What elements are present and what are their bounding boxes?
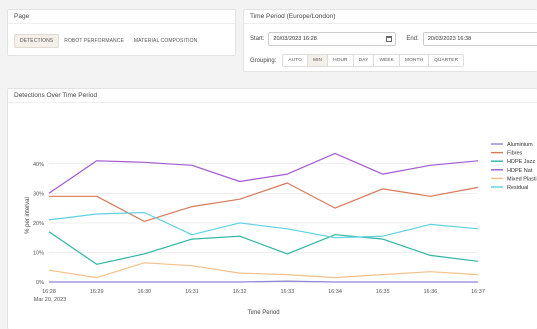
page-tabs: DETECTIONS ROBOT PERFORMANCE MATERIAL CO… xyxy=(14,34,202,48)
x-tick-label: 16:37 xyxy=(471,289,485,295)
start-date-value: 20/03/2023 16:28 xyxy=(273,36,317,42)
x-tick-label: 16:31 xyxy=(185,289,199,295)
page-panel: Page DETECTIONS ROBOT PERFORMANCE MATERI… xyxy=(7,9,236,56)
calendar-icon[interactable] xyxy=(386,36,393,42)
grouping-week-button[interactable]: WEEK xyxy=(374,55,400,66)
x-tick-label: 16:30 xyxy=(137,289,151,295)
legend-label: Residual xyxy=(507,185,528,191)
legend-label: HDPE Nat xyxy=(507,168,533,174)
grouping-hour-button[interactable]: HOUR xyxy=(328,55,354,66)
x-tick-label: 16:36 xyxy=(423,289,437,295)
x-tick-label: 16:28 xyxy=(42,289,56,295)
legend-label: Fibres xyxy=(507,151,523,157)
grouping-row: Grouping: AUTO MIN HOUR DAY WEEK MONTH Q… xyxy=(250,54,465,67)
chart-panel-title: Detections Over Time Period xyxy=(8,89,537,103)
grouping-auto-button[interactable]: AUTO xyxy=(283,55,308,66)
end-label: End: xyxy=(406,36,419,42)
y-tick-label: 10% xyxy=(33,250,44,256)
y-tick-label: 20% xyxy=(33,221,44,227)
legend-label: Aluminium xyxy=(507,142,533,148)
series-line-aluminium xyxy=(49,280,478,283)
x-tick-label: 16:33 xyxy=(280,289,294,295)
grouping-selector: AUTO MIN HOUR DAY WEEK MONTH QUARTER xyxy=(282,54,465,67)
detections-line-chart: 0% 10% 20% 30% 40% 16:28 16:29 16:30 16:31 16:32 1… xyxy=(25,142,537,316)
time-panel-title: Time Period (Europe/London) xyxy=(244,10,537,24)
start-label: Start: xyxy=(250,36,265,42)
series-line-hdpe-jazz xyxy=(48,231,479,265)
page-panel-title: Page xyxy=(8,10,235,24)
legend-label: HDPE Jazz xyxy=(507,159,535,165)
time-period-panel: Time Period (Europe/London) Start: 20/03… xyxy=(243,9,537,72)
x-tick-label: 16:32 xyxy=(233,289,247,295)
start-date-input[interactable]: 20/03/2023 16:28 xyxy=(268,32,397,46)
y-tick-label: 0% xyxy=(36,280,44,286)
series-line-hdpe-nat xyxy=(48,152,479,194)
detections-chart-panel: Detections Over Time Period 0% 10% 20% 30% 4… xyxy=(7,88,537,329)
x-axis-title: Time Period xyxy=(247,310,279,316)
tab-material-composition[interactable]: MATERIAL COMPOSITION xyxy=(129,35,202,47)
grouping-min-button[interactable]: MIN xyxy=(308,55,329,66)
grouping-month-button[interactable]: MONTH xyxy=(399,55,430,66)
tab-detections[interactable]: DETECTIONS xyxy=(14,34,60,48)
x-tick-sublabel: Mar 20, 2023 xyxy=(34,297,66,303)
x-tick-label: 16:34 xyxy=(328,289,342,295)
grouping-day-button[interactable]: DAY xyxy=(353,55,375,66)
y-tick-label: 30% xyxy=(33,191,44,197)
x-tick-label: 16:29 xyxy=(90,289,104,295)
x-tick-label: 16:35 xyxy=(376,289,390,295)
series-line-mixed-plasti xyxy=(48,262,479,279)
legend-label: Mixed Plasti xyxy=(507,176,537,182)
grouping-quarter-button[interactable]: QUARTER xyxy=(429,55,464,66)
date-range-row: Start: 20/03/2023 16:28 End: 20/03/2023 … xyxy=(250,32,537,46)
grouping-label: Grouping: xyxy=(250,57,277,64)
series-line-fibres xyxy=(49,182,479,223)
y-tick-label: 40% xyxy=(33,162,44,168)
end-date-value: 20/03/2023 16:38 xyxy=(427,36,472,42)
end-date-input[interactable]: 20/03/2023 16:38 xyxy=(422,32,537,46)
y-axis-title: % per interval xyxy=(25,197,31,234)
tab-robot-performance[interactable]: ROBOT PERFORMANCE xyxy=(59,35,129,47)
series-line-residual xyxy=(48,211,479,239)
